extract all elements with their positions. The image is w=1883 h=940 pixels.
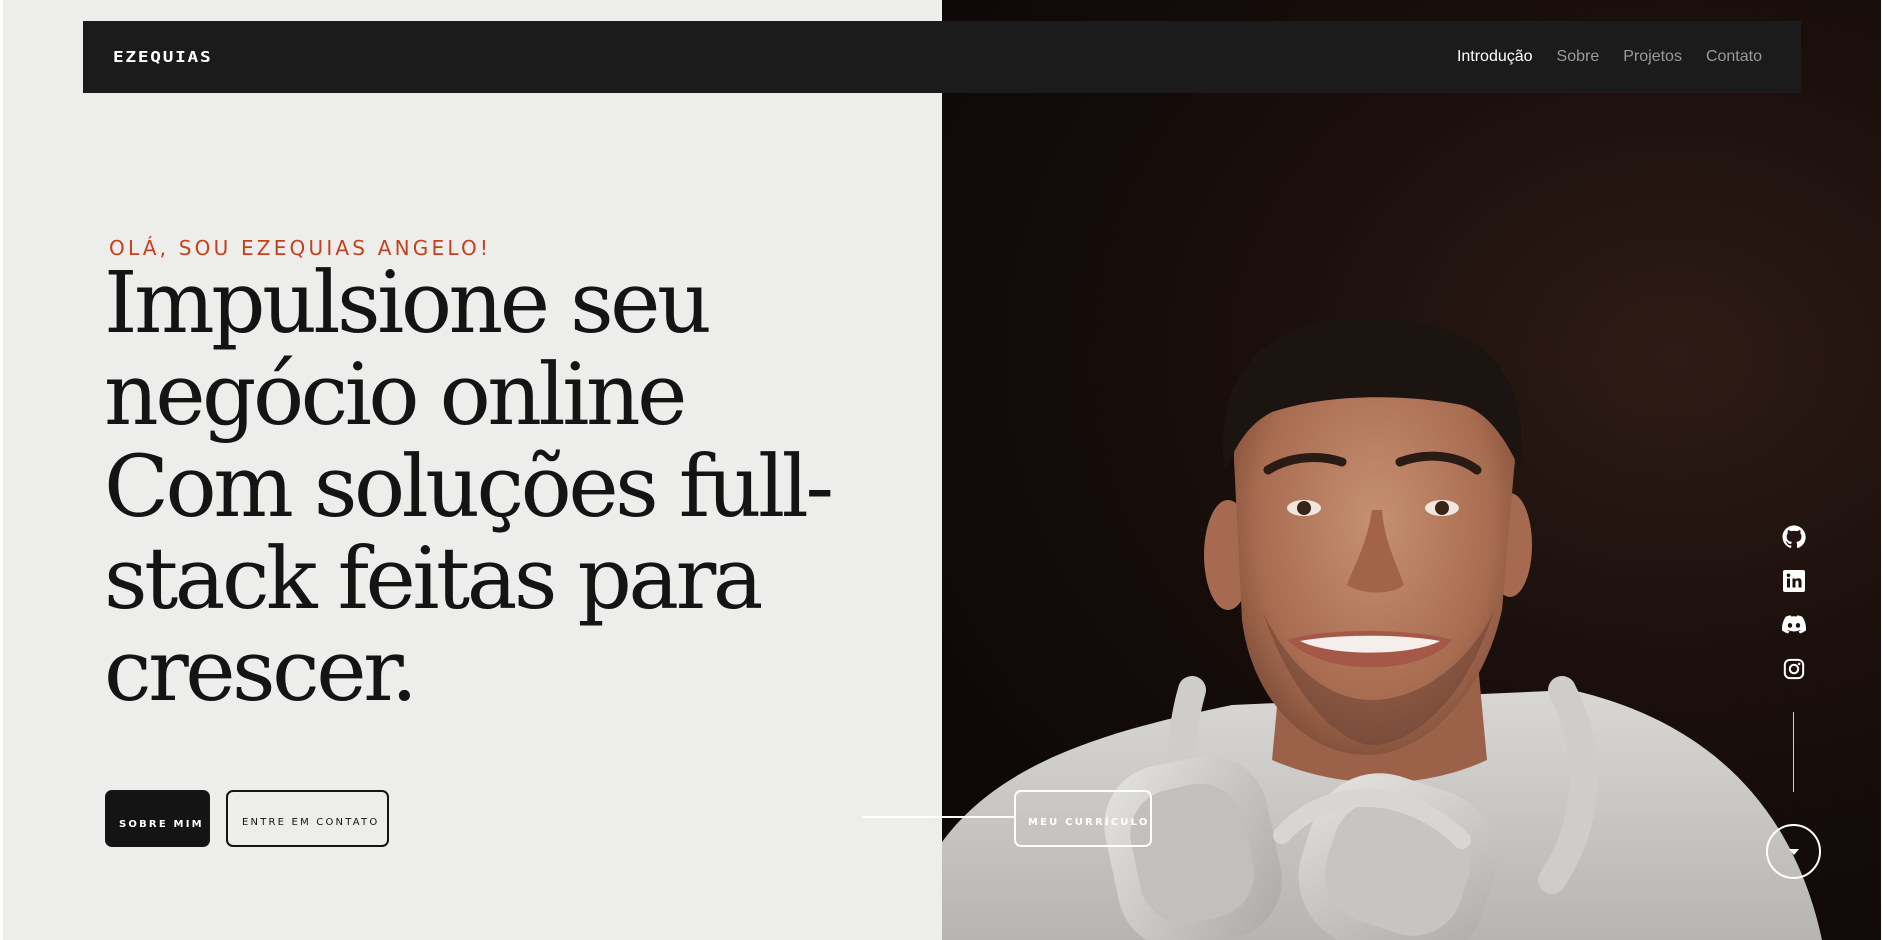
about-button[interactable]: SOBRE MIM: [105, 790, 210, 847]
instagram-icon[interactable]: [1781, 657, 1807, 681]
navbar: EZEQUIAS Introdução Sobre Projetos Conta…: [83, 21, 1801, 93]
nav-links: Introdução Sobre Projetos Contato: [1457, 48, 1762, 66]
logo[interactable]: EZEQUIAS: [113, 48, 212, 66]
nav-link-introducao[interactable]: Introdução: [1457, 48, 1533, 66]
resume-button[interactable]: MEU CURRÍCULO: [1014, 790, 1152, 847]
nav-link-contato[interactable]: Contato: [1706, 48, 1762, 66]
github-icon[interactable]: [1781, 525, 1807, 549]
caret-down-icon: [1788, 848, 1799, 855]
contact-button[interactable]: ENTRE EM CONTATO: [226, 790, 389, 847]
social-links: [1781, 525, 1807, 681]
resume-connector-line: [862, 816, 1014, 818]
linkedin-icon[interactable]: [1781, 569, 1807, 593]
hero-headline: Impulsione seu negócio online Com soluçõ…: [104, 254, 834, 721]
social-divider-line: [1793, 712, 1794, 792]
discord-icon[interactable]: [1781, 613, 1807, 637]
scroll-down-button[interactable]: [1766, 824, 1821, 879]
nav-link-projetos[interactable]: Projetos: [1623, 48, 1682, 66]
nav-link-sobre[interactable]: Sobre: [1557, 48, 1600, 66]
